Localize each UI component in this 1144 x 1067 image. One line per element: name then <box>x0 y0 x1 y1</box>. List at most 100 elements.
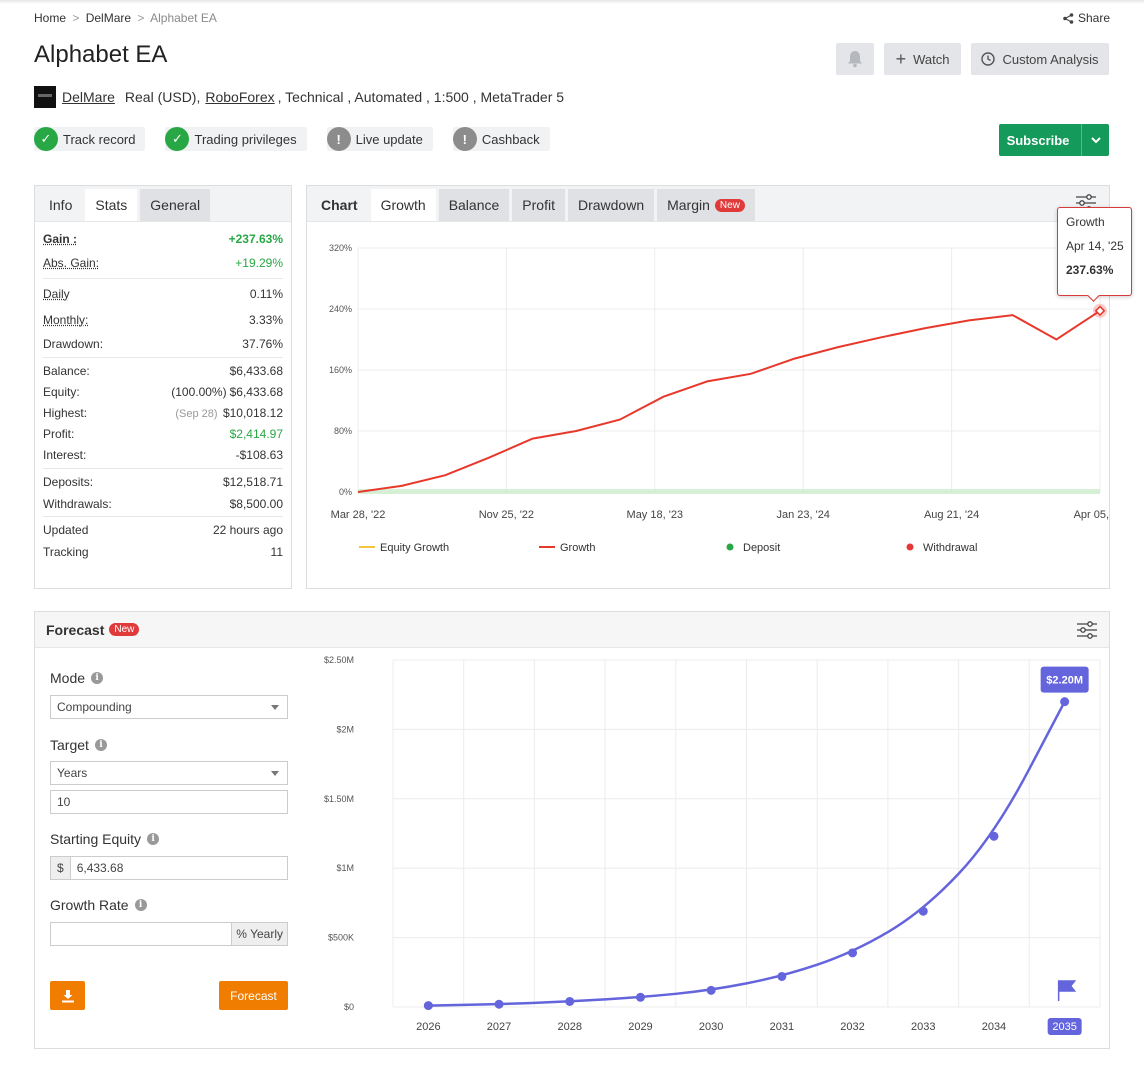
info-icon[interactable]: i <box>134 899 147 911</box>
chart-panel: Chart Growth Balance Profit Drawdown Mar… <box>306 185 1110 589</box>
share-label: Share <box>1077 11 1110 25</box>
forecast-chart[interactable]: $0 $500K $1M $1.50M $2M $2.50M 2026 2027 2028 202… <box>315 650 1105 1040</box>
owner-link[interactable]: DelMare <box>62 89 115 105</box>
tab-profit[interactable]: Profit <box>512 189 565 221</box>
mode-label-text: Mode <box>50 670 86 686</box>
badge-label: Track record <box>63 131 136 147</box>
tab-general[interactable]: General <box>140 189 211 221</box>
settings-sliders-icon[interactable] <box>1076 621 1098 639</box>
stat-value: $6,433.68 <box>229 363 283 378</box>
subscribe-label: Subscribe <box>1006 132 1070 148</box>
tab-info[interactable]: Info <box>39 189 82 221</box>
stat-label: Profit: <box>43 426 75 441</box>
starting-equity-label-text: Starting Equity <box>50 831 142 847</box>
starting-equity-input[interactable]: $ 6,433.68 <box>50 856 288 880</box>
stat-value: $10,018.12 <box>222 405 283 420</box>
stat-label: Equity: <box>43 384 80 399</box>
stat-label: Withdrawals: <box>43 496 112 511</box>
breadcrumb-home[interactable]: Home <box>34 11 66 25</box>
tab-stats[interactable]: Stats <box>85 189 138 221</box>
tab-drawdown[interactable]: Drawdown <box>567 189 655 221</box>
divider <box>43 357 283 358</box>
stat-tracking: Tracking 11 <box>43 541 283 562</box>
target-label-text: Target <box>50 737 89 753</box>
tab-margin[interactable]: Margin New <box>657 189 755 221</box>
y-tick-label: $1M <box>336 863 354 873</box>
breadcrumb: Home > DelMare > Alphabet EA <box>34 11 217 25</box>
legend-label: Deposit <box>743 542 780 554</box>
breadcrumb-current: Alphabet EA <box>150 11 217 25</box>
stat-highest: Highest: (Sep 28) $10,018.12 <box>43 402 283 423</box>
breadcrumb-parent[interactable]: DelMare <box>86 11 131 25</box>
custom-analysis-label: Custom Analysis <box>1002 51 1099 67</box>
stats-panel: Info Stats General Gain : +237.63% Abs. … <box>34 185 292 589</box>
y-tick-label: 240% <box>329 304 352 314</box>
bell-icon <box>848 51 862 68</box>
growth-rate-input[interactable]: % Yearly <box>50 922 288 946</box>
flag-icon <box>1057 980 1077 1001</box>
chevron-down-icon[interactable] <box>1081 124 1109 156</box>
tab-growth[interactable]: Growth <box>370 189 436 221</box>
divider <box>43 278 283 279</box>
x-tick-label: Apr 05, '25 <box>1074 509 1109 521</box>
mode-select[interactable]: Compounding <box>50 695 288 719</box>
badge-label: Live update <box>355 131 423 147</box>
forecast-point <box>565 996 575 1006</box>
target-label: Target i <box>50 737 107 753</box>
share-button[interactable]: Share <box>1063 11 1110 25</box>
notify-button[interactable] <box>836 43 874 75</box>
watch-label: Watch <box>913 51 950 67</box>
chart-tooltip: Growth Apr 14, '25 237.63% <box>1057 207 1132 296</box>
x-tick-label: 2030 <box>699 1021 723 1033</box>
stat-abs-gain: Abs. Gain: +19.29% <box>43 250 283 276</box>
starting-equity-label: Starting Equity i <box>50 831 160 847</box>
growth-chart[interactable]: 0% 80% 160% 240% 320% Mar 28, '22 Nov 25, '22 M… <box>307 224 1109 588</box>
stat-profit: Profit: $2,414.97 <box>43 423 283 444</box>
stat-label: Interest: <box>43 448 87 462</box>
download-button[interactable] <box>50 981 85 1010</box>
x-tick-label: 2032 <box>840 1021 864 1033</box>
new-badge: New <box>109 623 140 636</box>
watch-button[interactable]: + Watch <box>884 43 961 75</box>
info-icon[interactable]: i <box>91 672 104 684</box>
tooltip-date: Apr 14, '25 <box>1066 239 1124 253</box>
badge-track-record: ✓ Track record <box>34 127 146 151</box>
tab-margin-label: Margin <box>667 197 710 213</box>
forecast-button[interactable]: Forecast <box>219 981 288 1010</box>
custom-analysis-button[interactable]: Custom Analysis <box>971 43 1109 75</box>
target-value-text: 10 <box>57 795 71 809</box>
stat-label: Drawdown: <box>43 337 104 351</box>
x-tick-label: 2033 <box>911 1021 935 1033</box>
target-unit-value: Years <box>57 766 88 780</box>
tab-balance[interactable]: Balance <box>438 189 510 221</box>
forecast-point <box>989 831 999 841</box>
broker-link[interactable]: RoboForex <box>205 89 274 105</box>
subscribe-button[interactable]: Subscribe <box>999 124 1109 156</box>
stat-label: Abs. Gain: <box>43 256 100 270</box>
stat-value: $8,500.00 <box>229 496 283 511</box>
target-unit-select[interactable]: Years <box>50 761 288 785</box>
avatar[interactable] <box>34 86 56 108</box>
account-info: DelMare Real (USD), RoboForex , Technica… <box>34 86 564 108</box>
growth-rate-label: Growth Rate i <box>50 897 147 913</box>
stat-label: Tracking <box>43 544 89 559</box>
y-tick-label: $2M <box>336 724 354 734</box>
stat-label: Daily <box>43 287 70 301</box>
growth-series-line <box>357 309 1101 493</box>
info-icon[interactable]: i <box>147 833 160 845</box>
target-value-input[interactable]: 10 <box>50 790 288 814</box>
stat-note: (Sep 28) <box>175 407 218 420</box>
x-tick-label: 2031 <box>770 1021 794 1033</box>
badge-cashback: ! Cashback <box>452 127 550 151</box>
stat-value: $6,433.68 <box>229 384 283 399</box>
stat-drawdown: Drawdown: 37.76% <box>43 333 283 355</box>
info-icon[interactable]: i <box>94 739 107 751</box>
forecast-panel: Forecast New Mode i Compounding Target i… <box>34 611 1110 1049</box>
top-shadow <box>0 0 1144 4</box>
new-badge: New <box>714 198 745 212</box>
status-badges: ✓ Track record ✓ Trading privileges ! Li… <box>34 127 550 151</box>
legend-swatch <box>726 543 734 551</box>
stat-daily: Daily 0.11% <box>43 281 283 307</box>
x-tick-label: 2028 <box>558 1021 582 1033</box>
y-tick-label: $0 <box>344 1002 354 1012</box>
